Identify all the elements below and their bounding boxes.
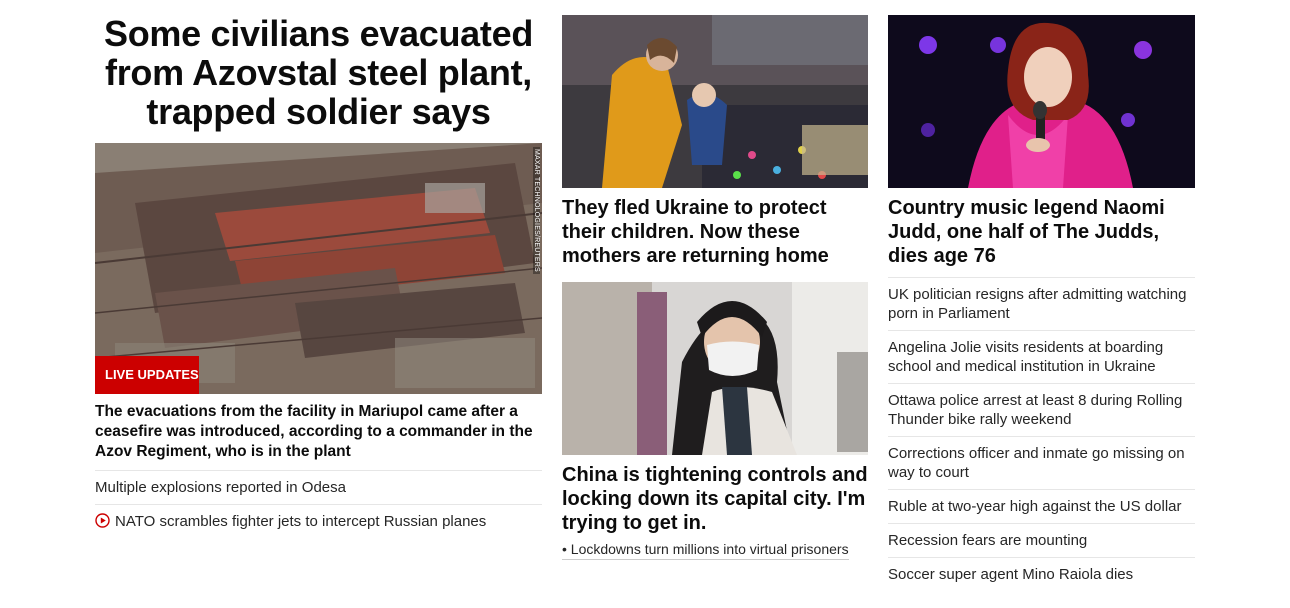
- mothers-story-image[interactable]: [562, 15, 868, 188]
- singer-on-stage-photo: [888, 15, 1195, 188]
- lead-link-odesa[interactable]: Multiple explosions reported in Odesa: [95, 471, 542, 505]
- list-item[interactable]: Corrections officer and inmate go missin…: [888, 437, 1195, 490]
- headline-list: UK politician resigns after admitting wa…: [888, 277, 1195, 591]
- list-item[interactable]: Soccer super agent Mino Raiola dies: [888, 558, 1195, 591]
- naomi-judd-title[interactable]: Country music legend Naomi Judd, one hal…: [888, 196, 1195, 268]
- list-item[interactable]: Angelina Jolie visits residents at board…: [888, 331, 1195, 384]
- lead-link-text: Multiple explosions reported in Odesa: [95, 479, 346, 496]
- lead-link-nato[interactable]: NATO scrambles fighter jets to intercept…: [95, 505, 542, 538]
- lead-headline-link[interactable]: Some civilians evacuated from Azovstal s…: [104, 13, 533, 132]
- masked-woman-photo: [562, 282, 868, 455]
- middle-column: They fled Ukraine to protect their child…: [562, 15, 868, 560]
- play-icon: [95, 513, 110, 528]
- lead-image[interactable]: MAXAR TECHNOLOGIES/REUTERS LIVE UPDATES: [95, 143, 542, 394]
- mothers-story-title[interactable]: They fled Ukraine to protect their child…: [562, 196, 868, 268]
- image-credit: MAXAR TECHNOLOGIES/REUTERS: [533, 147, 540, 274]
- lead-story: Some civilians evacuated from Azovstal s…: [95, 0, 542, 538]
- right-column: Country music legend Naomi Judd, one hal…: [888, 15, 1195, 591]
- mother-child-photo: [562, 15, 868, 188]
- lead-link-text: NATO scrambles fighter jets to intercept…: [115, 513, 487, 530]
- list-item[interactable]: UK politician resigns after admitting wa…: [888, 277, 1195, 331]
- list-item[interactable]: Ottawa police arrest at least 8 during R…: [888, 384, 1195, 437]
- china-story-image[interactable]: [562, 282, 868, 455]
- lead-headline[interactable]: Some civilians evacuated from Azovstal s…: [95, 14, 542, 131]
- naomi-judd-image[interactable]: [888, 15, 1195, 188]
- china-story-title[interactable]: China is tightening controls and locking…: [562, 463, 868, 535]
- lead-summary[interactable]: The evacuations from the facility in Mar…: [95, 402, 542, 471]
- list-item[interactable]: Ruble at two-year high against the US do…: [888, 490, 1195, 524]
- list-item[interactable]: Recession fears are mounting: [888, 524, 1195, 558]
- lockdowns-link[interactable]: • Lockdowns turn millions into virtual p…: [562, 541, 849, 560]
- live-updates-badge[interactable]: LIVE UPDATES: [95, 356, 199, 394]
